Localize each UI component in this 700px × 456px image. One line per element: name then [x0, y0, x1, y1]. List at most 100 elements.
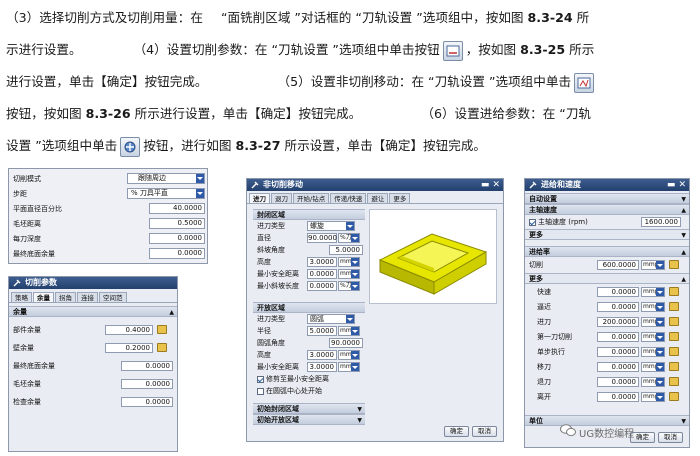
- diameter-percent-input[interactable]: 40.0000: [149, 203, 205, 214]
- auto-settings-section[interactable]: 自动设置 ▼: [525, 193, 689, 204]
- feed-value-input[interactable]: 0.0000: [597, 362, 639, 372]
- feed-value-input[interactable]: 0.0000: [597, 332, 639, 342]
- open-height-unit[interactable]: mm: [338, 350, 360, 360]
- blank-distance-row: 毛坯距离 0.5000: [9, 216, 207, 231]
- text-line-5: 设置 ”选项组中单击 按钮，进行如图 8.3-27 所示设置，单击【确定】按钮完成…: [6, 130, 696, 162]
- lock-icon[interactable]: [669, 332, 679, 341]
- engage-type-select[interactable]: 螺旋: [307, 221, 355, 231]
- wall-stock-input[interactable]: 0.2000: [105, 343, 153, 353]
- close-icon[interactable]: ▬ ✕: [667, 179, 686, 191]
- dialog-titlebar: 非切削移动 ▬ ✕: [247, 179, 503, 191]
- closed-area-section[interactable]: 封闭区域: [253, 209, 365, 220]
- min-ramp-length-input[interactable]: 0.0000: [307, 281, 337, 291]
- feed-value-input[interactable]: 0.0000: [597, 287, 639, 297]
- tab-retract[interactable]: 退刀: [271, 193, 292, 203]
- chevron-down-icon: [196, 174, 204, 183]
- stock-section[interactable]: 余量 ▲: [9, 306, 177, 317]
- final-floor-stock-input[interactable]: 0.0000: [121, 361, 173, 371]
- lock-icon[interactable]: [669, 347, 679, 356]
- cancel-button[interactable]: 取消: [658, 432, 683, 443]
- open-min-clearance-input[interactable]: 3.0000: [307, 362, 337, 372]
- tab-avoidance[interactable]: 避让: [367, 193, 389, 203]
- spindle-checkbox[interactable]: [529, 218, 536, 226]
- chevron-down-icon: [351, 327, 359, 335]
- trim-checkbox[interactable]: [257, 375, 264, 383]
- feed-value-input[interactable]: 0.0000: [597, 377, 639, 387]
- feed-unit-select[interactable]: mmpr: [641, 392, 665, 402]
- diameter-input[interactable]: 90.0000: [307, 233, 337, 243]
- feed-unit-select[interactable]: mmpr: [641, 362, 665, 372]
- feed-row: 移刀 0.0000 mmpr: [525, 359, 689, 374]
- stepover-select[interactable]: % 刀具平直: [127, 188, 205, 199]
- feed-value-input[interactable]: 0.0000: [597, 302, 639, 312]
- close-icon[interactable]: ▬ ✕: [481, 179, 500, 191]
- ramp-angle-input[interactable]: 5.0000: [329, 245, 363, 255]
- lock-icon[interactable]: [669, 260, 679, 269]
- open-area-section[interactable]: 开放区域: [253, 302, 365, 313]
- chevron-down-icon: [656, 348, 664, 356]
- diameter-percent-row: 平面直径百分比 40.0000: [9, 201, 207, 216]
- cut-mode-select[interactable]: 跟随周边: [127, 173, 205, 184]
- height-input[interactable]: 3.0000: [307, 257, 337, 267]
- text-line-4: 按钮，按如图 8.3-26 所示进行设置，单击【确定】按钮完成。 （6）设置进给参…: [6, 106, 592, 121]
- cancel-button[interactable]: 取消: [472, 426, 497, 437]
- feed-row-label: 离开: [537, 392, 551, 401]
- feed-unit-select[interactable]: mmpr: [641, 287, 665, 297]
- tab-stock[interactable]: 余量: [33, 292, 54, 302]
- lock-icon[interactable]: [157, 343, 167, 352]
- min-clearance-unit[interactable]: mm: [338, 269, 360, 279]
- tab-strategy[interactable]: 策略: [11, 292, 32, 302]
- lock-icon[interactable]: [669, 392, 679, 401]
- lock-icon[interactable]: [669, 302, 679, 311]
- lock-icon[interactable]: [669, 287, 679, 296]
- check-stock-input[interactable]: 0.0000: [121, 397, 173, 407]
- lock-icon[interactable]: [157, 325, 167, 334]
- radius-input[interactable]: 5.0000: [307, 326, 337, 336]
- open-min-clearance-unit[interactable]: mm: [338, 362, 360, 372]
- arc-angle-input[interactable]: 90.0000: [329, 338, 363, 348]
- feed-unit-select[interactable]: mmpr: [641, 377, 665, 387]
- diameter-unit[interactable]: %刀具: [338, 233, 360, 243]
- tab-more[interactable]: 更多: [389, 193, 411, 203]
- cut-feed-input[interactable]: 600.0000: [597, 260, 639, 270]
- ok-button[interactable]: 确定: [444, 426, 469, 437]
- min-ramp-length-unit[interactable]: %刀具: [338, 281, 360, 291]
- tab-engage[interactable]: 进刀: [249, 193, 270, 203]
- cut-feed-unit[interactable]: mmpr: [641, 260, 665, 270]
- lock-icon[interactable]: [669, 362, 679, 371]
- arc-center-checkbox[interactable]: [257, 387, 264, 395]
- spindle-speed-input[interactable]: 1600.000: [641, 217, 681, 227]
- initial-closed-section[interactable]: 初始封闭区域 ▼: [253, 403, 365, 414]
- height-unit[interactable]: mm: [338, 257, 360, 267]
- feed-unit-select[interactable]: mmpr: [641, 347, 665, 357]
- more-feeds-section[interactable]: 更多 ▲: [525, 273, 689, 284]
- tab-start-drill[interactable]: 开始/钻点: [293, 193, 330, 203]
- feed-unit-select[interactable]: mmpr: [641, 317, 665, 327]
- lock-icon[interactable]: [669, 377, 679, 386]
- radius-unit[interactable]: mm: [338, 326, 360, 336]
- final-floor-stock-input[interactable]: 0.0000: [149, 248, 205, 259]
- dialog-buttons: 确定 取消: [630, 432, 683, 443]
- feed-unit-select[interactable]: mmpr: [641, 302, 665, 312]
- lock-icon[interactable]: [669, 317, 679, 326]
- depth-per-cut-input[interactable]: 0.0000: [149, 233, 205, 244]
- feed-value-input[interactable]: 0.0000: [597, 347, 639, 357]
- tab-containment[interactable]: 空间范: [99, 292, 127, 302]
- cut-params-dialog: 切削参数 策略 余量 拐角 连接 空间范 余量 ▲ 部件余量 0.4000 壁余…: [8, 276, 178, 452]
- feed-value-input[interactable]: 200.0000: [597, 317, 639, 327]
- part-stock-input[interactable]: 0.4000: [105, 325, 153, 335]
- tab-corners[interactable]: 拐角: [55, 292, 76, 302]
- initial-open-section[interactable]: 初始开放区域 ▼: [253, 414, 365, 425]
- open-height-input[interactable]: 3.0000: [307, 350, 337, 360]
- tab-transfer[interactable]: 传递/快速: [330, 193, 367, 203]
- spindle-section[interactable]: 主轴速度 ▲: [525, 204, 689, 215]
- feed-unit-select[interactable]: mmpr: [641, 332, 665, 342]
- tab-connections[interactable]: 连接: [77, 292, 98, 302]
- open-engage-type-select[interactable]: 圆弧: [307, 314, 355, 324]
- feed-rate-section[interactable]: 进给率 ▲: [525, 246, 689, 257]
- blank-stock-input[interactable]: 0.0000: [121, 379, 173, 389]
- blank-distance-input[interactable]: 0.5000: [149, 218, 205, 229]
- more-section[interactable]: 更多 ▼: [525, 229, 689, 240]
- feed-value-input[interactable]: 0.0000: [597, 392, 639, 402]
- min-clearance-input[interactable]: 0.0000: [307, 269, 337, 279]
